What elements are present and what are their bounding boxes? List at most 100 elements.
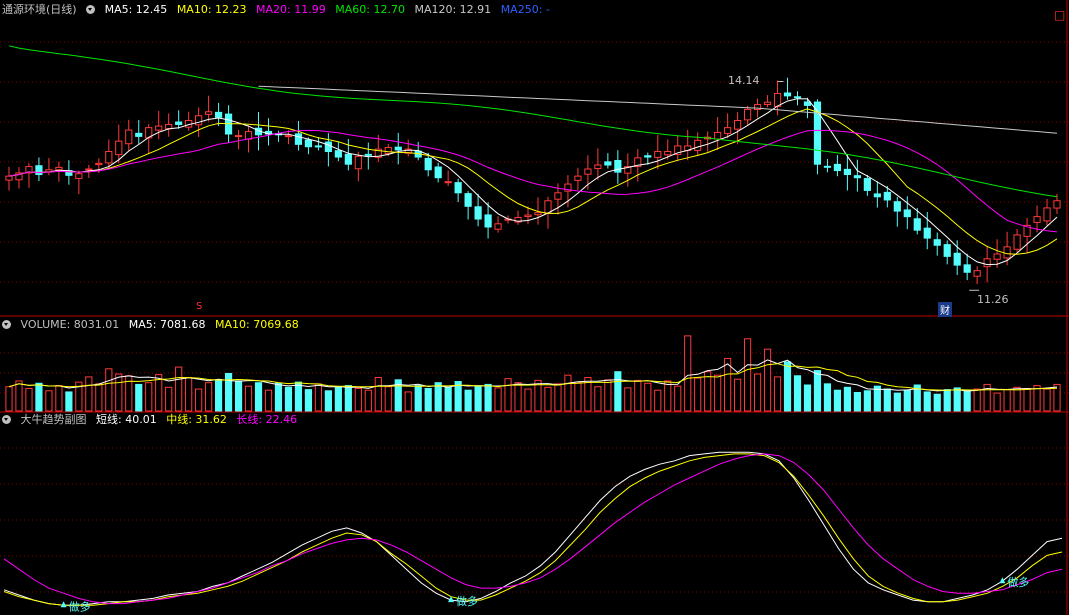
candle-body bbox=[973, 270, 981, 277]
volume-toggle-icon[interactable] bbox=[2, 320, 11, 329]
volume-bar bbox=[35, 382, 43, 412]
volume-bar bbox=[614, 371, 622, 412]
stock-chart[interactable]: 做多 做多做多 bbox=[0, 0, 1069, 615]
volume-bar bbox=[15, 380, 23, 412]
volume-bar bbox=[494, 387, 502, 412]
volume-bar bbox=[165, 386, 173, 412]
candle-body bbox=[1003, 246, 1011, 259]
volume-bar bbox=[234, 380, 243, 412]
volume-bar bbox=[254, 382, 263, 412]
volume-bar bbox=[274, 382, 283, 412]
candle-body bbox=[714, 131, 722, 140]
candle-body bbox=[993, 253, 1001, 260]
candle-body bbox=[923, 227, 931, 239]
candle-body bbox=[953, 252, 961, 266]
candle-body bbox=[364, 153, 372, 156]
candle-body bbox=[604, 161, 612, 166]
indicator-toggle-icon[interactable] bbox=[2, 415, 11, 424]
volume-bar bbox=[843, 386, 851, 412]
indicator-title: 大牛趋势副图 bbox=[20, 413, 87, 426]
volume-bar bbox=[1033, 385, 1041, 412]
candle-body bbox=[873, 193, 881, 198]
candle-body bbox=[205, 111, 213, 115]
volume-bar bbox=[574, 381, 582, 412]
volume-bar bbox=[694, 377, 702, 412]
low-price-label: 11.26 bbox=[977, 293, 1009, 306]
volume-bar bbox=[863, 390, 871, 412]
candle-body bbox=[943, 244, 951, 257]
vol-ma10-legend: MA10: 7069.68 bbox=[214, 318, 299, 331]
volume-bar bbox=[753, 373, 762, 412]
volume-bar bbox=[803, 384, 812, 412]
volume-bar bbox=[215, 379, 223, 412]
candle-body bbox=[454, 182, 462, 194]
volume-bar bbox=[933, 393, 941, 412]
candle-body bbox=[135, 132, 143, 137]
candle-body bbox=[115, 140, 123, 156]
main-header: 通源环境(日线) MA5: 12.45 MA10: 12.23 MA20: 11… bbox=[2, 3, 556, 17]
volume-bar bbox=[514, 382, 522, 412]
volume-bar bbox=[55, 385, 63, 412]
candle-body bbox=[5, 175, 13, 181]
volume-bar bbox=[624, 387, 632, 412]
vol-ma5-legend: MA5: 7081.68 bbox=[128, 318, 206, 331]
volume-bar bbox=[344, 385, 352, 412]
candle-body bbox=[35, 165, 43, 176]
volume-bar bbox=[554, 383, 562, 412]
volume-bar bbox=[484, 383, 492, 412]
candle-body bbox=[724, 127, 732, 134]
volume-bar bbox=[264, 389, 273, 412]
candle-body bbox=[694, 139, 702, 151]
ma10-line bbox=[8, 108, 1058, 255]
volume-bar bbox=[95, 383, 103, 412]
ma120-legend: MA120: 12.91 bbox=[414, 3, 492, 16]
candle-body bbox=[424, 157, 432, 171]
close-icon[interactable]: □ bbox=[1054, 8, 1065, 22]
buy-signal-icon bbox=[60, 601, 67, 608]
volume-bar bbox=[205, 382, 213, 412]
candle-body bbox=[294, 133, 303, 145]
ma5-line bbox=[8, 98, 1058, 266]
candle-body bbox=[1033, 216, 1041, 223]
candle-body bbox=[334, 150, 342, 158]
volume-bar bbox=[1043, 388, 1051, 412]
candle-body bbox=[394, 146, 402, 151]
volume-bar bbox=[644, 382, 652, 412]
candle-body bbox=[304, 139, 313, 148]
cai-marker[interactable]: 财 bbox=[938, 302, 952, 317]
volume-bar bbox=[135, 383, 143, 412]
candle-body bbox=[55, 166, 63, 171]
volume-bar bbox=[504, 378, 512, 412]
volume-bar bbox=[943, 389, 951, 412]
volume-bar bbox=[195, 388, 203, 412]
volume-bar bbox=[714, 374, 722, 412]
candle-body bbox=[384, 147, 392, 155]
candle-body bbox=[444, 181, 452, 184]
short-line-legend: 短线: 40.01 bbox=[96, 413, 157, 426]
volume-bar bbox=[833, 389, 842, 412]
candle-body bbox=[654, 150, 662, 158]
volume-bar bbox=[923, 391, 931, 412]
candle-body bbox=[893, 201, 901, 212]
candle-body bbox=[883, 191, 891, 201]
volume-bar bbox=[1023, 387, 1031, 412]
candle-body bbox=[554, 192, 562, 200]
candle-body bbox=[594, 164, 602, 170]
candle-body bbox=[744, 108, 752, 121]
volume-bar bbox=[384, 386, 392, 412]
buy-signal-label: 做多 bbox=[1007, 575, 1029, 589]
candle-body bbox=[913, 218, 921, 231]
menu-toggle-icon[interactable] bbox=[86, 5, 96, 14]
volume-bar bbox=[364, 389, 372, 412]
vol-ma5-line bbox=[8, 359, 1058, 392]
candle-body bbox=[983, 258, 991, 268]
vol-ma10-line bbox=[8, 363, 1058, 391]
candle-body bbox=[1053, 200, 1061, 209]
candle-body bbox=[574, 175, 582, 181]
candle-body bbox=[644, 155, 652, 158]
volume-bar bbox=[334, 386, 342, 412]
volume-bar bbox=[823, 383, 832, 412]
volume-bar bbox=[594, 386, 602, 412]
candle-body bbox=[903, 209, 911, 218]
candle-body bbox=[155, 125, 163, 131]
